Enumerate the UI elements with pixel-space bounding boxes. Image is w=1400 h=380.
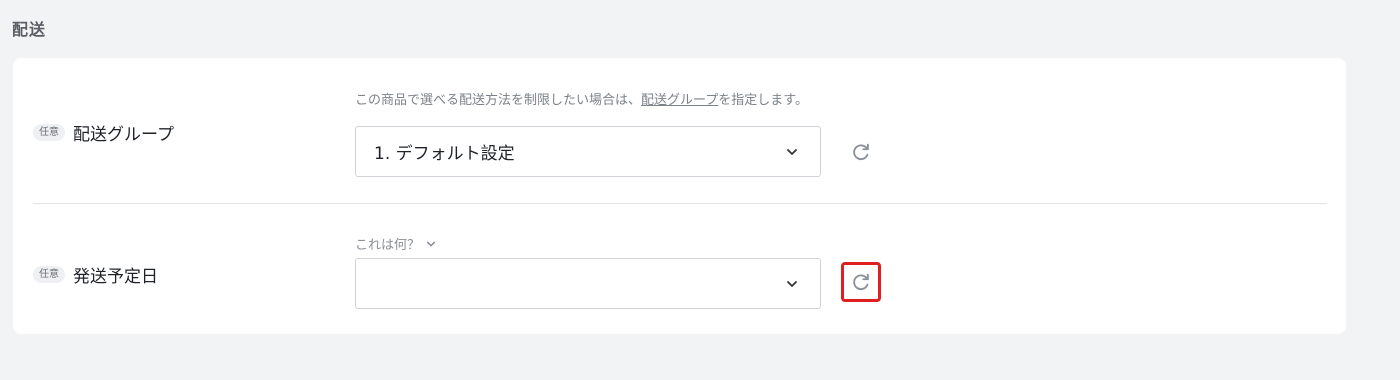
- shipping-group-select[interactable]: 1. デフォルト設定: [355, 126, 821, 177]
- ship-date-label-text: 発送予定日: [73, 267, 158, 287]
- chevron-down-icon: [426, 241, 436, 246]
- help-text-suffix: を指定します。: [718, 93, 808, 108]
- shipping-group-row: 任意 配送グループ この商品で選べる配送方法を制限したい場合は、配送グループを指…: [13, 58, 1346, 203]
- shipping-group-label-text: 配送グループ: [73, 125, 174, 145]
- optional-badge: 任意: [33, 266, 65, 283]
- what-is-this-toggle[interactable]: これは何？: [355, 234, 436, 253]
- refresh-icon: [853, 273, 869, 291]
- section-title: 配送: [12, 20, 47, 39]
- shipping-group-selected-value: 1. デフォルト設定: [374, 144, 515, 164]
- ship-date-label: 任意 発送予定日: [33, 262, 158, 287]
- ship-date-refresh-button[interactable]: [841, 262, 881, 302]
- shipping-card: 任意 配送グループ この商品で選べる配送方法を制限したい場合は、配送グループを指…: [13, 58, 1346, 334]
- shipping-group-refresh-button[interactable]: [841, 132, 881, 172]
- ship-date-select[interactable]: [355, 258, 821, 309]
- refresh-icon: [853, 143, 869, 161]
- shipping-group-help-link[interactable]: 配送グループ: [641, 93, 718, 108]
- help-text-prefix: この商品で選べる配送方法を制限したい場合は、: [355, 93, 642, 108]
- shipping-group-label: 任意 配送グループ: [33, 120, 174, 145]
- optional-badge: 任意: [33, 124, 65, 141]
- what-is-this-text: これは何？: [355, 238, 421, 253]
- ship-date-row: 任意 発送予定日 これは何？: [13, 204, 1346, 334]
- chevron-down-icon: [787, 149, 797, 155]
- shipping-group-help-text: この商品で選べる配送方法を制限したい場合は、配送グループを指定します。: [355, 89, 808, 108]
- chevron-down-icon: [787, 281, 797, 287]
